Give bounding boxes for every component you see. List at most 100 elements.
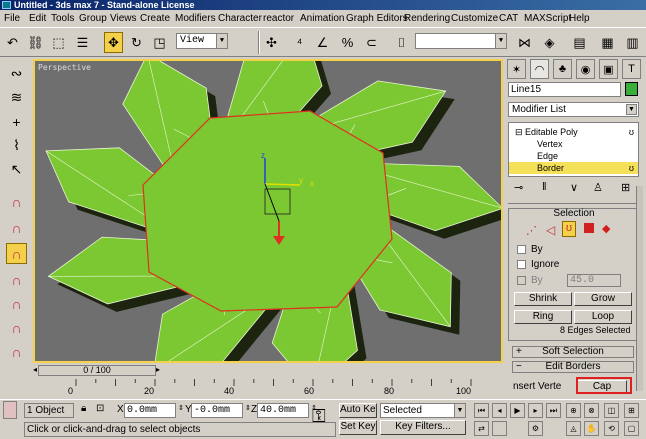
- zoom-icon[interactable]: ⊕: [566, 403, 581, 418]
- insert-vertex-button[interactable]: nsert Verte: [513, 380, 573, 394]
- menu-views[interactable]: Views: [110, 10, 137, 27]
- object-name-field[interactable]: Line15: [508, 82, 621, 97]
- create-icon[interactable]: +: [6, 111, 27, 132]
- polygon-mode-icon[interactable]: [584, 223, 594, 233]
- menu-graph-editors[interactable]: Graph Editors: [346, 10, 408, 27]
- vertex-mode-icon[interactable]: ⋰: [526, 224, 537, 237]
- track-bar[interactable]: 0 20 40 60 80 100: [33, 377, 508, 399]
- menu-tools[interactable]: Tools: [51, 10, 74, 27]
- arc-rotate-icon[interactable]: ⟲: [604, 421, 619, 436]
- menu-character[interactable]: Character: [218, 10, 262, 27]
- layer-manager-icon[interactable]: ▤: [570, 32, 589, 53]
- menu-modifiers[interactable]: Modifiers: [175, 10, 216, 27]
- menu-create[interactable]: Create: [140, 10, 170, 27]
- loop-button[interactable]: Loop: [574, 310, 632, 324]
- menu-edit[interactable]: Edit: [29, 10, 46, 27]
- ignore-backfacing-checkbox[interactable]: [517, 260, 526, 269]
- select-region-icon[interactable]: ⬚: [49, 32, 68, 53]
- stack-item-edge[interactable]: Edge: [509, 150, 638, 162]
- play-icon[interactable]: ▶: [510, 403, 525, 418]
- auto-key-button[interactable]: Auto Key: [339, 403, 377, 418]
- current-frame-field[interactable]: [492, 421, 507, 436]
- lightbulb-icon[interactable]: ʊ: [629, 162, 634, 174]
- select-by-name-icon[interactable]: ☰: [73, 32, 92, 53]
- perspective-viewport[interactable]: z y x Perspective: [33, 59, 503, 363]
- key-mode-toggle-icon[interactable]: ⇄: [474, 421, 489, 436]
- time-next-icon[interactable]: ▸: [156, 365, 161, 376]
- magnet-icon[interactable]: ∩: [6, 191, 27, 212]
- bind-space-warp-icon[interactable]: ⌇: [6, 135, 27, 156]
- magnet-icon[interactable]: ∩: [6, 243, 27, 264]
- zoom-all-icon[interactable]: ⊗: [584, 403, 599, 418]
- link-icon[interactable]: ∾: [6, 63, 27, 84]
- by-angle-checkbox[interactable]: [517, 276, 526, 285]
- make-unique-icon[interactable]: ∨: [570, 181, 578, 194]
- motion-tab-icon[interactable]: ◉: [576, 59, 595, 79]
- unlink-icon[interactable]: ≋: [6, 87, 27, 108]
- display-tab-icon[interactable]: ▣: [599, 59, 618, 79]
- key-mode-dropdown[interactable]: Selected ▼: [380, 403, 466, 418]
- previous-frame-icon[interactable]: ◂: [492, 403, 507, 418]
- pan-icon[interactable]: ✋: [584, 421, 599, 436]
- magnet-icon[interactable]: ∩: [6, 317, 27, 338]
- magnet-icon[interactable]: ∩: [6, 341, 27, 362]
- configure-sets-icon[interactable]: ⊞: [621, 181, 630, 194]
- menu-cat[interactable]: CAT: [499, 10, 518, 27]
- create-tab-icon[interactable]: ✶: [507, 59, 526, 79]
- maxscript-listener-swatch[interactable]: [3, 401, 17, 419]
- angle-threshold-field[interactable]: 45.0: [567, 274, 621, 287]
- select-scale-icon[interactable]: ◳: [150, 32, 169, 53]
- pin-stack-icon[interactable]: ⊸: [514, 181, 523, 194]
- magnet-icon[interactable]: ∩: [6, 217, 27, 238]
- edge-mode-icon[interactable]: ◁: [546, 223, 555, 237]
- menu-group[interactable]: Group: [79, 10, 107, 27]
- time-slider[interactable]: 0 / 100: [38, 365, 156, 376]
- undo-icon[interactable]: ↶: [3, 32, 22, 53]
- lightbulb-icon[interactable]: ʊ: [629, 126, 634, 138]
- grow-button[interactable]: Grow: [574, 292, 632, 306]
- lock-selection-icon[interactable]: 🔒︎: [81, 403, 86, 414]
- object-color-swatch[interactable]: [625, 82, 638, 96]
- menu-maxscript[interactable]: MAXScript: [524, 10, 571, 27]
- select-link-icon[interactable]: ⛓: [26, 32, 45, 53]
- panel-scrollbar[interactable]: [636, 186, 643, 391]
- modifier-list-dropdown[interactable]: Modifier List ▼: [508, 102, 639, 117]
- select-move-icon[interactable]: ✥: [104, 32, 123, 53]
- go-to-end-icon[interactable]: ⏭: [546, 403, 561, 418]
- align-icon[interactable]: ◈: [540, 32, 559, 53]
- element-mode-icon[interactable]: ◆: [602, 222, 610, 235]
- schematic-view-icon[interactable]: ▥: [623, 32, 642, 53]
- absolute-mode-icon[interactable]: ⊡: [96, 403, 104, 414]
- ring-button[interactable]: Ring: [514, 310, 572, 324]
- snaps-toggle-icon[interactable]: ⁴: [290, 32, 309, 53]
- angle-snap-icon[interactable]: ∠: [313, 32, 332, 53]
- reference-coord-dropdown[interactable]: View ▼: [176, 33, 228, 49]
- key-filters-button[interactable]: Key Filters...: [380, 420, 466, 435]
- mirror-icon[interactable]: ⋈: [515, 32, 534, 53]
- soft-selection-rollout[interactable]: + Soft Selection: [512, 346, 634, 358]
- select-filter-icon[interactable]: ↖: [6, 159, 27, 180]
- menu-animation[interactable]: Animation: [300, 10, 344, 27]
- maximize-viewport-icon[interactable]: ▢: [624, 421, 639, 436]
- hierarchy-tab-icon[interactable]: ♣: [553, 59, 572, 79]
- spinner-icon[interactable]: ⇕: [245, 404, 251, 412]
- x-coord-field[interactable]: 0.0mm: [124, 403, 176, 418]
- y-coord-field[interactable]: -0.0mm: [191, 403, 243, 418]
- menu-customize[interactable]: Customize: [451, 10, 498, 27]
- magnet-icon[interactable]: ∩: [6, 269, 27, 290]
- time-config-icon[interactable]: ⚙: [528, 421, 543, 436]
- select-rotate-icon[interactable]: ↻: [127, 32, 146, 53]
- viewport-label[interactable]: Perspective: [38, 63, 91, 72]
- stack-item-border[interactable]: Border ʊ: [509, 162, 638, 174]
- menu-help[interactable]: Help: [569, 10, 590, 27]
- utilities-tab-icon[interactable]: T: [622, 59, 641, 79]
- menu-reactor[interactable]: reactor: [263, 10, 294, 27]
- edit-named-sets-icon[interactable]: ⌷: [392, 32, 411, 53]
- z-coord-field[interactable]: 40.0mm: [257, 403, 309, 418]
- edit-borders-rollout[interactable]: − Edit Borders: [512, 361, 634, 373]
- curve-editor-icon[interactable]: ▦: [598, 32, 617, 53]
- remove-modifier-icon[interactable]: ♙: [593, 181, 603, 194]
- pivot-icon[interactable]: ✣: [262, 32, 281, 53]
- show-end-result-icon[interactable]: ‖: [542, 181, 547, 193]
- named-selection-dropdown[interactable]: ▼: [415, 33, 507, 49]
